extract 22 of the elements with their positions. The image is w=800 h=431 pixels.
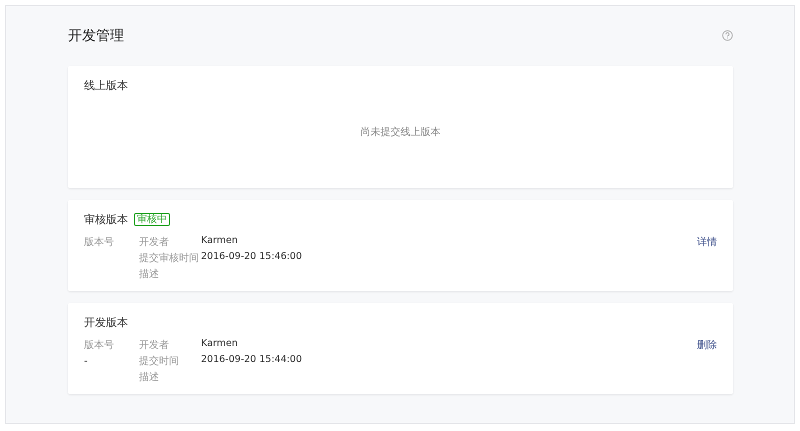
version-label: 版本号	[84, 236, 115, 249]
version-label: 版本号	[84, 338, 115, 352]
field-value: 2016-09-20 15:46:00	[201, 251, 302, 264]
action-link[interactable]: 详情	[697, 235, 717, 249]
section-title: 审核版本	[84, 212, 128, 227]
section-title: 开发版本	[84, 315, 128, 330]
status-badge: 审核中	[134, 213, 170, 226]
field-label: 描述	[139, 370, 160, 385]
empty-message: 尚未提交线上版本	[360, 126, 442, 139]
field-value: Karmen	[201, 338, 238, 351]
field-label: 开发者	[139, 236, 170, 250]
version-value: -	[84, 356, 89, 367]
field-value: Karmen	[201, 235, 238, 248]
field-label: 提交时间	[139, 354, 180, 369]
field-value: 2016-09-20 15:44:00	[201, 354, 302, 367]
field-label: 提交审核时间	[139, 252, 200, 266]
page-title: 开发管理	[68, 26, 124, 44]
help-icon[interactable]	[722, 30, 733, 41]
field-label: 描述	[139, 268, 160, 282]
field-label: 开发者	[139, 338, 170, 353]
action-link[interactable]: 删除	[697, 338, 717, 352]
section-title: 线上版本	[84, 78, 129, 93]
